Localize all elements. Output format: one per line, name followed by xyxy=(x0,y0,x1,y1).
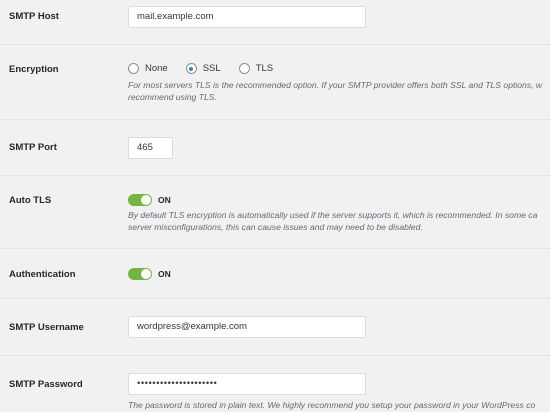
auto-tls-toggle[interactable] xyxy=(128,194,152,206)
auto-tls-description: By default TLS encryption is automatical… xyxy=(128,210,550,233)
smtp-username-label: SMTP Username xyxy=(9,322,84,333)
smtp-port-label: SMTP Port xyxy=(9,142,57,153)
authentication-label: Authentication xyxy=(9,269,76,280)
radio-none-icon[interactable] xyxy=(128,63,139,74)
encryption-label: Encryption xyxy=(9,64,59,75)
divider xyxy=(0,355,550,356)
divider xyxy=(0,298,550,299)
authentication-toggle-wrap: ON xyxy=(128,268,171,280)
auto-tls-desc-line2: server misconfigurations, this can cause… xyxy=(128,221,423,232)
authentication-state: ON xyxy=(158,269,171,279)
divider xyxy=(0,248,550,249)
encryption-desc-line1: For most servers TLS is the recommended … xyxy=(128,80,543,90)
radio-ssl-label: SSL xyxy=(202,63,221,74)
encryption-desc-line2: recommend using TLS. xyxy=(128,91,217,102)
divider xyxy=(0,119,550,120)
authentication-toggle[interactable] xyxy=(128,268,152,280)
encryption-option-ssl[interactable]: SSL xyxy=(185,63,221,74)
smtp-host-input[interactable]: mail.example.com xyxy=(128,6,366,28)
divider xyxy=(0,175,550,176)
radio-tls-icon[interactable] xyxy=(238,63,250,74)
smtp-port-input[interactable]: 465 xyxy=(128,137,173,159)
smtp-password-label: SMTP Password xyxy=(9,379,83,390)
radio-ssl-icon[interactable] xyxy=(185,63,197,74)
auto-tls-desc-line1: By default TLS encryption is automatical… xyxy=(128,210,538,220)
auto-tls-state: ON xyxy=(158,195,171,205)
divider xyxy=(0,44,550,45)
radio-tls-label: TLS xyxy=(255,63,274,74)
radio-none-label: None xyxy=(145,63,168,74)
smtp-host-label: SMTP Host xyxy=(9,11,59,22)
encryption-option-tls[interactable]: TLS xyxy=(238,63,274,74)
auto-tls-toggle-wrap: ON xyxy=(128,194,171,206)
auto-tls-label: Auto TLS xyxy=(9,195,52,206)
encryption-description: For most servers TLS is the recommended … xyxy=(128,80,550,103)
encryption-option-none[interactable]: None xyxy=(128,63,168,74)
smtp-password-input[interactable]: ••••••••••••••••••••• xyxy=(128,373,366,395)
smtp-username-input[interactable]: wordpress@example.com xyxy=(128,316,366,338)
encryption-radio-group: None SSL TLS xyxy=(128,63,291,74)
